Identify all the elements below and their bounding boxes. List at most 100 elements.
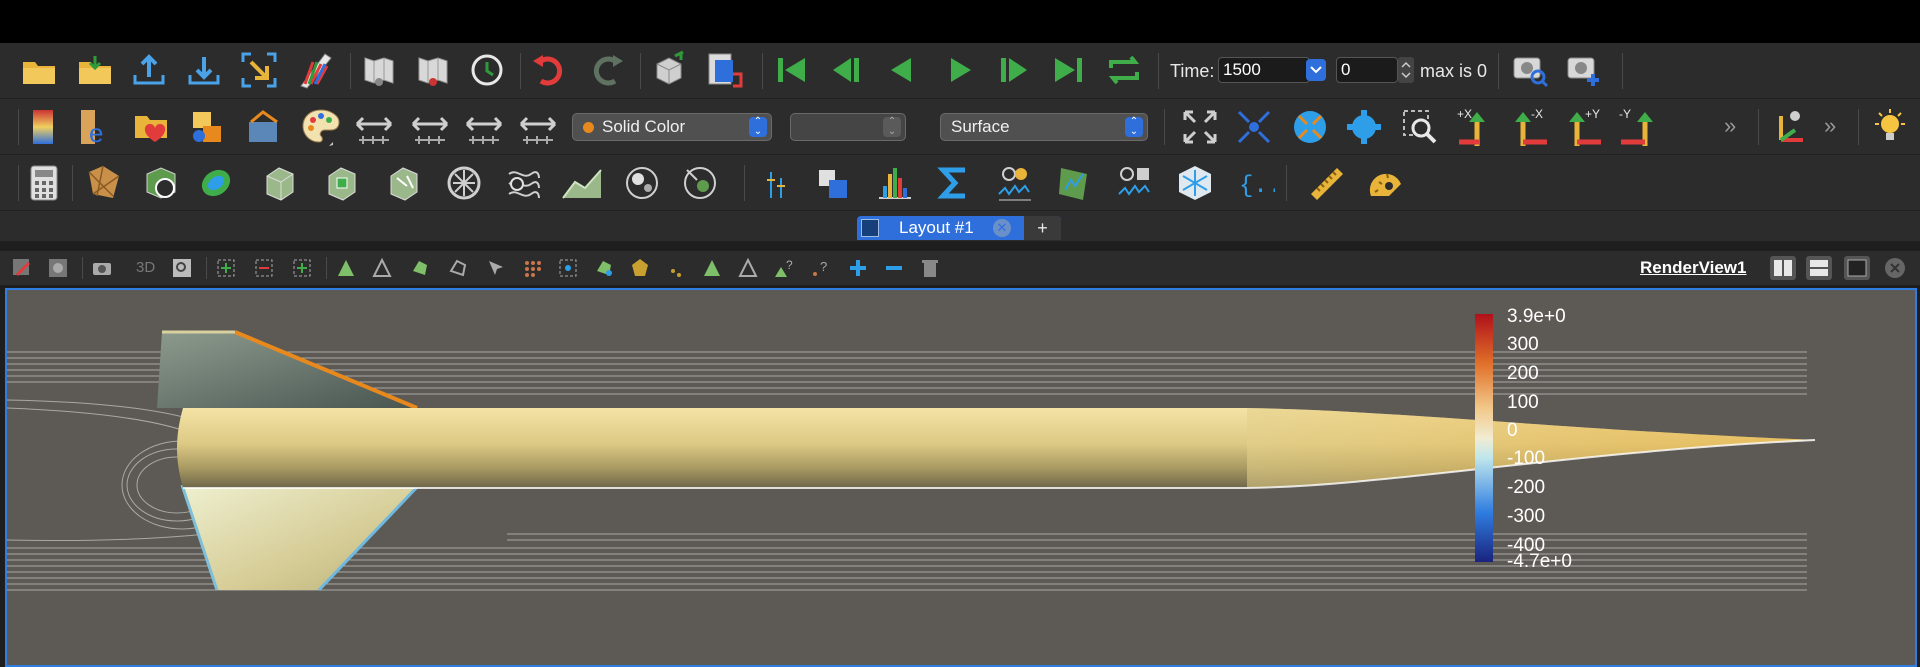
- glyph-sphere-icon[interactable]: [622, 163, 662, 203]
- clip-icon[interactable]: [140, 163, 180, 203]
- last-frame-icon[interactable]: [1050, 53, 1086, 87]
- show-scalar-bar-icon[interactable]: [704, 49, 744, 91]
- select-block-icon[interactable]: [290, 256, 314, 280]
- extract-block-icon[interactable]: [1174, 163, 1216, 203]
- save-palette-icon[interactable]: [414, 51, 452, 89]
- view-minus-y-icon[interactable]: -Y: [1616, 105, 1660, 149]
- open-folder-icon[interactable]: [20, 51, 58, 89]
- save-state-icon[interactable]: [185, 51, 223, 89]
- zoom-to-box-icon[interactable]: [170, 256, 194, 280]
- rescale-visible-icon[interactable]: [244, 107, 284, 147]
- add-selection-icon[interactable]: [846, 256, 870, 280]
- reverse-play-icon[interactable]: [884, 53, 920, 87]
- toolbar-overflow-button[interactable]: »: [1724, 113, 1736, 139]
- query-cells-icon[interactable]: ?: [772, 256, 796, 280]
- select-triangle-icon[interactable]: [700, 256, 724, 280]
- warp-by-vector-icon[interactable]: [504, 163, 544, 203]
- reset-center-icon[interactable]: [1344, 107, 1384, 147]
- protractor-icon[interactable]: [1366, 163, 1406, 203]
- play-icon[interactable]: [942, 53, 978, 87]
- extract-subset-icon[interactable]: [322, 163, 362, 203]
- loop-icon[interactable]: [1104, 51, 1144, 89]
- rescale-visible-range-icon[interactable]: [516, 109, 560, 145]
- add-layout-tab-button[interactable]: +: [1024, 216, 1061, 240]
- color-map-editor-icon[interactable]: [28, 107, 58, 147]
- edit-color-palette-icon[interactable]: [298, 105, 342, 151]
- first-frame-icon[interactable]: [774, 53, 810, 87]
- select-points-icon[interactable]: [370, 256, 394, 280]
- find-data-icon[interactable]: [664, 256, 688, 280]
- subtract-selection-icon[interactable]: [882, 256, 906, 280]
- calculator-icon[interactable]: [26, 163, 62, 203]
- save-data-icon[interactable]: [130, 51, 168, 89]
- split-horizontal-icon[interactable]: [1770, 256, 1796, 280]
- undo-icon[interactable]: [530, 51, 570, 89]
- view-plus-x-icon[interactable]: +X: [1454, 105, 1498, 149]
- zoom-closest-icon[interactable]: [1290, 107, 1330, 147]
- interactive-view-link-icon[interactable]: [10, 256, 34, 280]
- view-plus-y-icon[interactable]: +Y: [1562, 105, 1606, 149]
- history-icon[interactable]: [468, 51, 506, 89]
- plot-selection-over-time-icon[interactable]: [1114, 163, 1154, 203]
- connect-icon[interactable]: [240, 51, 278, 89]
- next-frame-icon[interactable]: [996, 53, 1032, 87]
- plot-data-over-time-icon[interactable]: [994, 163, 1034, 203]
- save-screenshot-icon[interactable]: [1564, 51, 1604, 89]
- rescale-to-data-icon[interactable]: [188, 107, 228, 147]
- threshold-icon[interactable]: [260, 163, 300, 203]
- query-points-icon[interactable]: ?: [808, 256, 832, 280]
- select-points-polygon-icon[interactable]: [446, 256, 470, 280]
- interactive-select-cells-icon[interactable]: [484, 256, 508, 280]
- time-input[interactable]: 1500: [1218, 57, 1310, 83]
- coloring-select[interactable]: Solid Color ⌃ ⌄: [572, 113, 772, 141]
- light-kit-icon[interactable]: [1870, 107, 1910, 147]
- timestep-input[interactable]: 0: [1336, 57, 1398, 83]
- render-view-viewport[interactable]: 3.9e+0 300 200 100 0 -100 -200 -300 -400…: [5, 288, 1917, 667]
- select-cells-polygon-icon[interactable]: [408, 256, 432, 280]
- representation-select[interactable]: Surface ⌃ ⌄: [940, 113, 1148, 141]
- close-tab-icon[interactable]: ✕: [993, 219, 1011, 237]
- interactive-select-points-icon[interactable]: [520, 256, 544, 280]
- close-view-icon[interactable]: [1882, 256, 1908, 280]
- reset-range-icon[interactable]: [352, 109, 396, 145]
- orientation-axes-icon[interactable]: [1772, 107, 1810, 147]
- reset-camera-icon[interactable]: [1180, 107, 1220, 147]
- select-cells-on-icon[interactable]: [214, 256, 238, 280]
- python-calculator-icon[interactable]: {..}: [1234, 163, 1276, 203]
- previous-frame-icon[interactable]: [828, 53, 864, 87]
- load-state-icon[interactable]: [76, 51, 114, 89]
- time-dropdown-button[interactable]: [1306, 59, 1326, 81]
- contour-icon[interactable]: [84, 163, 124, 203]
- zoom-to-data-icon[interactable]: [1234, 107, 1274, 147]
- view-minus-x-icon[interactable]: -X: [1508, 105, 1552, 149]
- sum-icon[interactable]: [934, 163, 974, 203]
- histogram-icon[interactable]: [874, 163, 914, 203]
- zoom-to-box-icon[interactable]: [1400, 107, 1440, 147]
- split-vertical-icon[interactable]: [1806, 256, 1832, 280]
- stream-tracer-icon[interactable]: [444, 163, 484, 203]
- favorites-icon[interactable]: [132, 107, 172, 147]
- glyph-icon[interactable]: [384, 163, 424, 203]
- capture-screenshot-icon[interactable]: [1510, 51, 1550, 89]
- python-shell-icon[interactable]: [294, 49, 336, 91]
- slice-icon[interactable]: [196, 163, 236, 203]
- select-triangle-outline-icon[interactable]: [736, 256, 760, 280]
- select-cells-icon[interactable]: [334, 256, 358, 280]
- rescale-temporal-icon[interactable]: [462, 109, 506, 145]
- toolbar-overflow-button[interactable]: »: [1824, 113, 1836, 139]
- plot-over-time-icon[interactable]: [1054, 163, 1094, 203]
- plot-over-line-icon[interactable]: [560, 163, 604, 203]
- toggle-3d-button[interactable]: 3D: [136, 259, 155, 276]
- probe-location-icon[interactable]: [680, 163, 720, 203]
- camera-link-icon[interactable]: [650, 49, 690, 91]
- hover-points-icon[interactable]: [556, 256, 580, 280]
- view-settings-icon[interactable]: [46, 256, 70, 280]
- redo-icon[interactable]: [586, 51, 626, 89]
- maximize-view-icon[interactable]: [1844, 256, 1870, 280]
- screenshot-icon[interactable]: [90, 256, 114, 280]
- component-select[interactable]: ⌃ ⌄: [790, 113, 906, 141]
- clear-selection-icon[interactable]: [918, 256, 942, 280]
- temporal-interpolator-icon[interactable]: [756, 163, 796, 203]
- grow-selection-icon[interactable]: [628, 256, 652, 280]
- rescale-range-icon[interactable]: [408, 109, 452, 145]
